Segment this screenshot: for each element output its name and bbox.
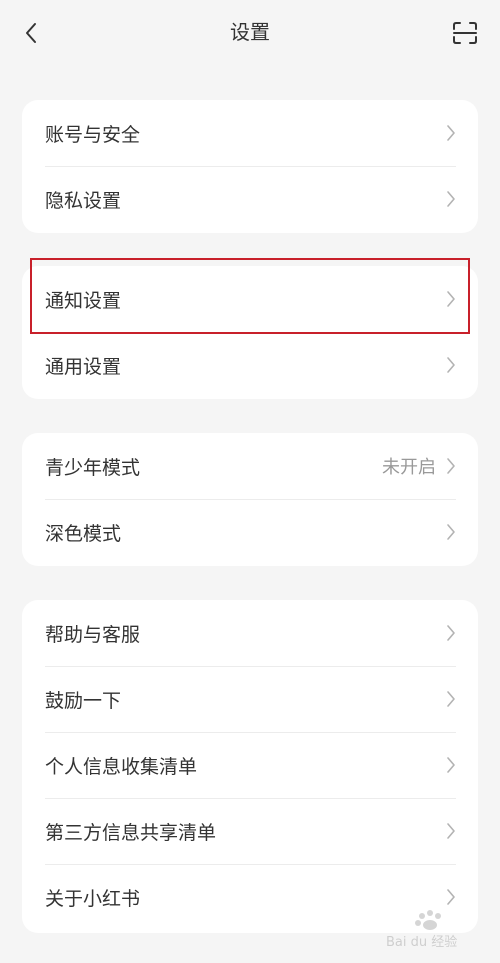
settings-group-about: 帮助与客服 鼓励一下 个人信息收集清单 第三方信息共享清单 关于小红书 — [22, 600, 478, 933]
row-label: 隐私设置 — [45, 189, 122, 212]
chevron-right-icon — [446, 356, 456, 374]
chevron-right-icon — [446, 523, 456, 541]
svg-text:Bai du 经验: Bai du 经验 — [386, 934, 457, 950]
row-personal-info-list[interactable]: 个人信息收集清单 — [22, 732, 478, 798]
nav-bar: 设置 — [0, 0, 500, 64]
row-third-party-sharing[interactable]: 第三方信息共享清单 — [22, 798, 478, 864]
chevron-right-icon — [446, 756, 456, 774]
scan-icon — [453, 22, 477, 44]
row-label: 鼓励一下 — [45, 689, 122, 712]
chevron-right-icon — [446, 888, 456, 906]
row-help-support[interactable]: 帮助与客服 — [22, 600, 478, 666]
row-notification-settings[interactable]: 通知设置 — [22, 266, 478, 332]
row-label: 通用设置 — [45, 355, 122, 378]
teen-mode-status: 未开启 — [382, 457, 436, 478]
row-teen-mode[interactable]: 青少年模式 未开启 — [22, 433, 478, 499]
chevron-right-icon — [446, 290, 456, 308]
settings-group-notifications: 通知设置 通用设置 — [22, 266, 478, 399]
chevron-right-icon — [446, 457, 456, 475]
row-label: 青少年模式 — [45, 456, 141, 479]
chevron-right-icon — [446, 190, 456, 208]
row-account-security[interactable]: 账号与安全 — [22, 100, 478, 166]
row-dark-mode[interactable]: 深色模式 — [22, 499, 478, 565]
chevron-right-icon — [446, 822, 456, 840]
row-label: 帮助与客服 — [45, 623, 141, 646]
row-label: 第三方信息共享清单 — [45, 821, 217, 844]
chevron-right-icon — [446, 690, 456, 708]
scan-button[interactable] — [446, 16, 484, 50]
row-label: 深色模式 — [45, 522, 122, 545]
chevron-right-icon — [446, 124, 456, 142]
baidu-jingyan-logo: Bai du 经验 — [386, 910, 457, 950]
row-encourage[interactable]: 鼓励一下 — [22, 666, 478, 732]
settings-group-account: 账号与安全 隐私设置 — [22, 100, 478, 233]
chevron-right-icon — [446, 624, 456, 642]
settings-group-modes: 青少年模式 未开启 深色模式 — [22, 433, 478, 566]
row-label: 通知设置 — [45, 289, 122, 312]
row-general-settings[interactable]: 通用设置 — [22, 332, 478, 398]
page-title: 设置 — [230, 20, 270, 44]
row-label: 账号与安全 — [45, 123, 141, 146]
row-label: 个人信息收集清单 — [45, 755, 198, 778]
row-privacy-settings[interactable]: 隐私设置 — [22, 166, 478, 232]
